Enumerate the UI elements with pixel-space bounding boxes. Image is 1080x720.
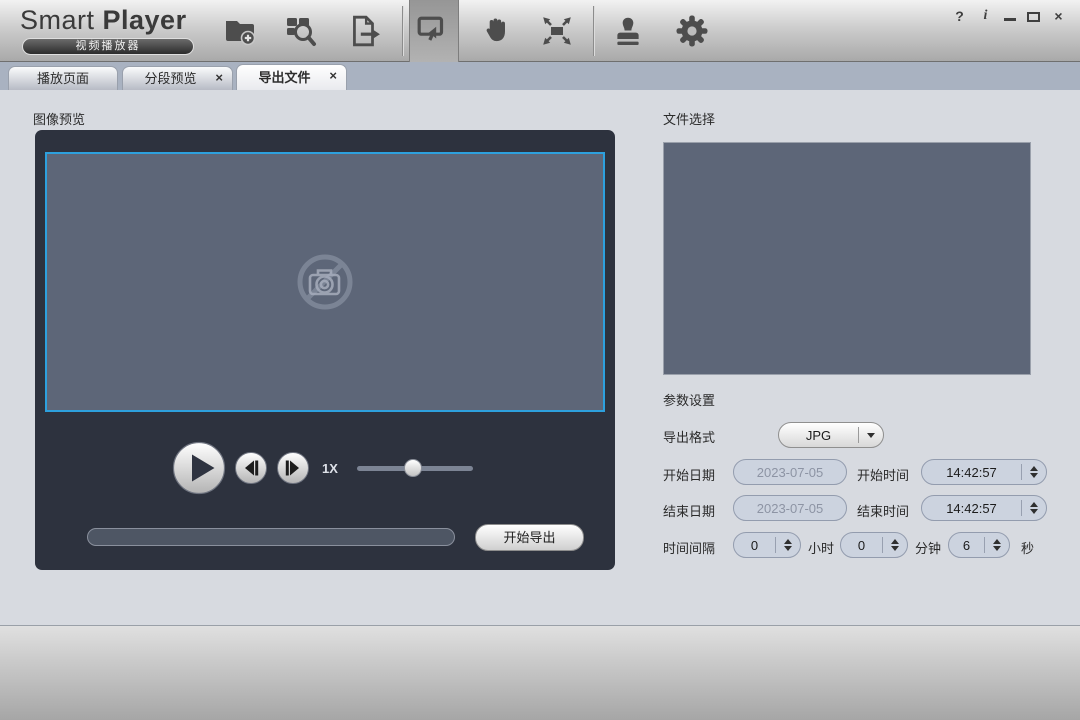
start-time-field[interactable]: 14:42:57 (921, 459, 1047, 485)
spinner-buttons[interactable] (883, 539, 907, 551)
preview-section-title: 图像预览 (33, 109, 85, 128)
tab-close-icon[interactable]: × (215, 68, 223, 88)
export-format-label: 导出格式 (663, 427, 715, 446)
segment-search-icon[interactable] (284, 14, 318, 48)
interval-hours-field[interactable]: 0 (733, 532, 801, 558)
end-date-value: 2023-07-05 (734, 501, 846, 516)
tab-label: 播放页面 (37, 71, 89, 86)
window-controls: ? i × (952, 8, 1066, 24)
help-button[interactable]: ? (952, 8, 967, 24)
app-logo: Smart Player (20, 5, 187, 36)
file-select-area[interactable] (663, 142, 1031, 375)
app-subtitle: 视频播放器 (22, 38, 194, 55)
interval-label: 时间间隔 (663, 538, 715, 557)
interval-minutes-value: 0 (841, 538, 882, 553)
minimize-button[interactable] (1004, 18, 1016, 21)
prev-frame-button[interactable] (234, 451, 268, 485)
speed-slider-thumb[interactable] (404, 459, 422, 477)
start-date-field[interactable]: 2023-07-05 (733, 459, 847, 485)
params-section-title: 参数设置 (663, 390, 715, 409)
toolbar-separator (593, 6, 594, 56)
info-button[interactable]: i (978, 8, 993, 24)
next-frame-button[interactable] (276, 451, 310, 485)
start-time-value: 14:42:57 (922, 465, 1021, 480)
snapshot-stamp-icon[interactable] (611, 14, 645, 48)
tab-close-icon[interactable]: × (329, 66, 337, 86)
camera-off-icon (293, 250, 357, 314)
interval-hours-value: 0 (734, 538, 775, 553)
tab-label: 导出文件 (258, 70, 310, 85)
interval-seconds-unit: 秒 (1021, 538, 1034, 557)
tab-play-page[interactable]: 播放页面 (8, 66, 118, 90)
end-date-field[interactable]: 2023-07-05 (733, 495, 847, 521)
file-select-section-title: 文件选择 (663, 109, 715, 128)
start-export-button[interactable]: 开始导出 (475, 524, 584, 551)
playback-speed-label: 1X (322, 461, 338, 476)
start-date-label: 开始日期 (663, 465, 715, 484)
start-date-value: 2023-07-05 (734, 465, 846, 480)
open-file-icon[interactable] (223, 14, 257, 48)
interval-seconds-value: 6 (949, 538, 984, 553)
export-format-value: JPG (779, 428, 858, 443)
interval-hours-unit: 小时 (808, 538, 834, 557)
interval-minutes-unit: 分钟 (915, 538, 941, 557)
select-tool-icon[interactable] (416, 14, 450, 48)
end-time-value: 14:42:57 (922, 501, 1021, 516)
timeline-bar: 0123456789101112131415161718192021222324 (0, 625, 1080, 720)
export-format-dropdown[interactable]: JPG (778, 422, 884, 448)
tab-export-file[interactable]: 导出文件 × (236, 64, 347, 90)
end-time-field[interactable]: 14:42:57 (921, 495, 1047, 521)
end-date-label: 结束日期 (663, 501, 715, 520)
maximize-button[interactable] (1027, 12, 1040, 22)
smart-player-window: Smart Player 视频播放器 ? i (0, 0, 1080, 720)
interval-seconds-field[interactable]: 6 (948, 532, 1010, 558)
export-progress-bar (87, 528, 455, 546)
titlebar: Smart Player 视频播放器 ? i (0, 0, 1080, 62)
spinner-buttons[interactable] (776, 539, 800, 551)
close-button[interactable]: × (1051, 8, 1066, 24)
settings-gear-icon[interactable] (675, 14, 709, 48)
play-button[interactable] (172, 441, 226, 495)
time-spinner-buttons[interactable] (1022, 502, 1046, 514)
time-spinner-buttons[interactable] (1022, 466, 1046, 478)
interval-minutes-field[interactable]: 0 (840, 532, 908, 558)
fit-screen-icon[interactable] (540, 14, 574, 48)
tab-label: 分段预览 (144, 71, 196, 86)
tab-segment-preview[interactable]: 分段预览 × (122, 66, 233, 90)
end-time-label: 结束时间 (857, 501, 909, 520)
spinner-buttons[interactable] (985, 539, 1009, 551)
hand-tool-icon[interactable] (478, 14, 512, 48)
toolbar-separator (402, 6, 403, 56)
chevron-down-icon[interactable] (859, 433, 883, 438)
export-file-icon[interactable] (347, 14, 381, 48)
start-time-label: 开始时间 (857, 465, 909, 484)
